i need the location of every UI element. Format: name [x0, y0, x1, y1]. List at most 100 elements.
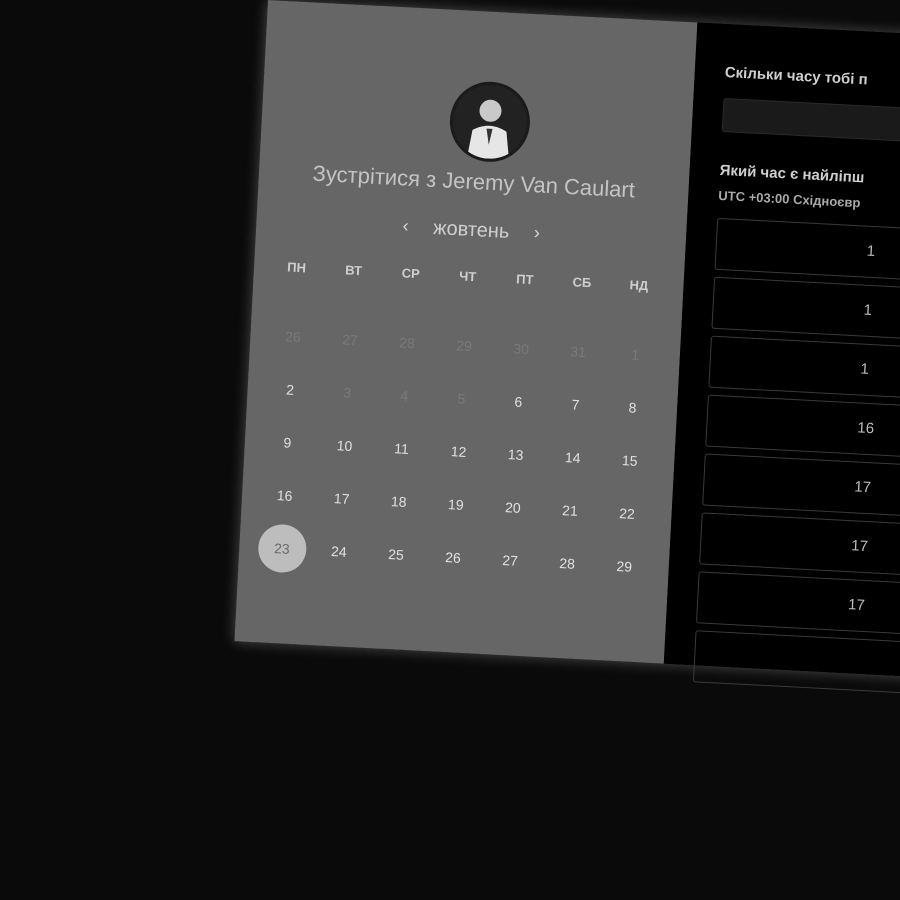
calendar-day: 29	[434, 317, 494, 373]
calendar-day[interactable]: 28	[537, 535, 597, 591]
calendar-day-label: 31	[570, 342, 587, 360]
calendar-days: 26 27 28 29 30 31 1 2 3 4 5 6 7 8 9 10 11 12 13 14 15 16 17 18 1…	[252, 308, 665, 594]
calendar-day-label: 22	[618, 504, 636, 522]
weekday-label: ПН	[286, 259, 307, 276]
calendar-day: 4	[374, 367, 434, 423]
weekday-label: НД	[629, 277, 649, 294]
calendar-day: 3	[317, 364, 377, 420]
time-slot[interactable]	[692, 630, 900, 705]
calendar-day-label: 15	[621, 451, 639, 469]
calendar-day[interactable]: 20	[483, 479, 543, 535]
calendar-day-label: 10	[336, 436, 353, 454]
calendar-panel: Зустрітися з Jeremy Van Caulart ‹ жовтен…	[234, 0, 698, 664]
booking-card: Зустрітися з Jeremy Van Caulart ‹ жовтен…	[234, 0, 900, 705]
calendar-day[interactable]: 14	[543, 429, 603, 485]
calendar-day-label: 5	[457, 389, 466, 407]
time-slot-label: 1	[863, 301, 873, 320]
calendar-day[interactable]: 2	[260, 361, 320, 417]
calendar-day-label: 21	[561, 501, 579, 519]
calendar-day-label: 17	[333, 489, 350, 507]
calendar-day-label: 26	[284, 327, 302, 345]
weekday-label: ПТ	[515, 271, 534, 288]
calendar-day-label: 13	[507, 445, 524, 463]
calendar-day[interactable]: 19	[426, 476, 486, 532]
calendar-day-label: 24	[330, 542, 348, 560]
calendar-day[interactable]: 24	[309, 523, 369, 579]
calendar-day-label: 30	[513, 339, 530, 357]
time-slot-label: 17	[850, 537, 869, 556]
calendar-day-label: 29	[455, 336, 473, 354]
calendar-day-label: 27	[341, 330, 359, 348]
page-title: Зустрітися з Jeremy Van Caulart	[312, 160, 636, 203]
month-label: жовтень	[432, 216, 510, 243]
calendar-day-label: 18	[390, 492, 407, 510]
calendar-day: 30	[491, 320, 551, 376]
calendar-day[interactable]: 8	[603, 379, 663, 435]
timezone-label: UTC +03:00 Східноєвр	[718, 187, 861, 211]
calendar-day[interactable]: 16	[255, 467, 315, 523]
time-slot-label: 17	[847, 596, 866, 615]
calendar-day-label: 20	[504, 498, 522, 516]
calendar-day[interactable]: 27	[480, 532, 540, 588]
month-navigation: ‹ жовтень ›	[256, 208, 687, 253]
calendar-day-label: 27	[501, 551, 519, 569]
weekday-label: ЧТ	[458, 268, 477, 285]
calendar-day-label: 28	[398, 333, 416, 351]
calendar-day-label: 11	[393, 439, 410, 457]
time-slot-label: 1	[866, 242, 876, 261]
weekday-label: СБ	[572, 274, 592, 291]
time-slot-label: 16	[856, 419, 875, 438]
calendar-day-label: 6	[514, 392, 523, 410]
weekday-label: ВТ	[344, 262, 363, 279]
calendar-day[interactable]: 7	[546, 376, 606, 432]
next-month-button[interactable]: ›	[524, 222, 549, 244]
calendar-day[interactable]: 15	[600, 432, 660, 488]
calendar-day-label: 25	[387, 545, 405, 563]
calendar-day[interactable]: 29	[594, 538, 654, 594]
calendar-day[interactable]: 9	[258, 414, 318, 470]
calendar-day-label: 2	[285, 381, 295, 398]
calendar-day: 1	[605, 326, 665, 382]
weekday-header: ПН ВТ СР ЧТ ПТ СБ НД	[268, 258, 668, 294]
calendar-day-label: 19	[447, 495, 465, 513]
calendar-day[interactable]: 18	[369, 473, 429, 529]
calendar-day[interactable]: 22	[597, 485, 657, 541]
calendar-day-label: 16	[276, 486, 293, 504]
time-label: Який час є найліпш	[719, 161, 865, 187]
calendar-day-label: 23	[256, 522, 308, 574]
calendar-day-label: 12	[450, 442, 467, 460]
calendar-day-label: 7	[571, 395, 580, 413]
calendar-day-label: 3	[342, 383, 352, 401]
calendar-day[interactable]: 21	[540, 482, 600, 538]
calendar-day: 5	[432, 370, 492, 426]
calendar-day-label: 9	[283, 433, 292, 451]
calendar-day-label: 1	[631, 346, 640, 363]
time-slots: 1 1 1 16 17 17 17	[692, 217, 900, 711]
time-slot-label: 17	[853, 478, 872, 497]
calendar-day-label: 26	[444, 548, 462, 566]
prev-month-button[interactable]: ‹	[393, 215, 418, 237]
calendar-day-label: 29	[616, 557, 633, 575]
calendar-day-label: 14	[564, 448, 581, 466]
calendar-day[interactable]: 13	[486, 426, 546, 482]
avatar	[447, 79, 532, 164]
calendar-day-label: 8	[628, 398, 637, 416]
calendar-day[interactable]: 26	[423, 529, 483, 585]
calendar-day-label: 4	[400, 386, 409, 404]
time-slot-label: 1	[860, 360, 870, 378]
calendar-day[interactable]: 12	[429, 423, 489, 479]
calendar-day: 27	[320, 311, 380, 367]
duration-select[interactable]	[721, 97, 900, 155]
calendar-day: 26	[263, 308, 323, 364]
calendar-day[interactable]: 10	[315, 417, 375, 473]
duration-label: Скільки часу тобі п	[724, 64, 869, 89]
calendar-day[interactable]: 6	[489, 373, 549, 429]
calendar-day: 28	[377, 314, 437, 370]
calendar-day: 31	[548, 323, 608, 379]
calendar-day-selected[interactable]: 23	[252, 520, 312, 576]
calendar-day[interactable]: 17	[312, 470, 372, 526]
time-panel: Скільки часу тобі п Який час є найліпш U…	[663, 22, 900, 705]
calendar-day[interactable]: 11	[372, 420, 432, 476]
calendar-day-label: 28	[559, 554, 576, 572]
calendar-day[interactable]: 25	[366, 526, 426, 582]
